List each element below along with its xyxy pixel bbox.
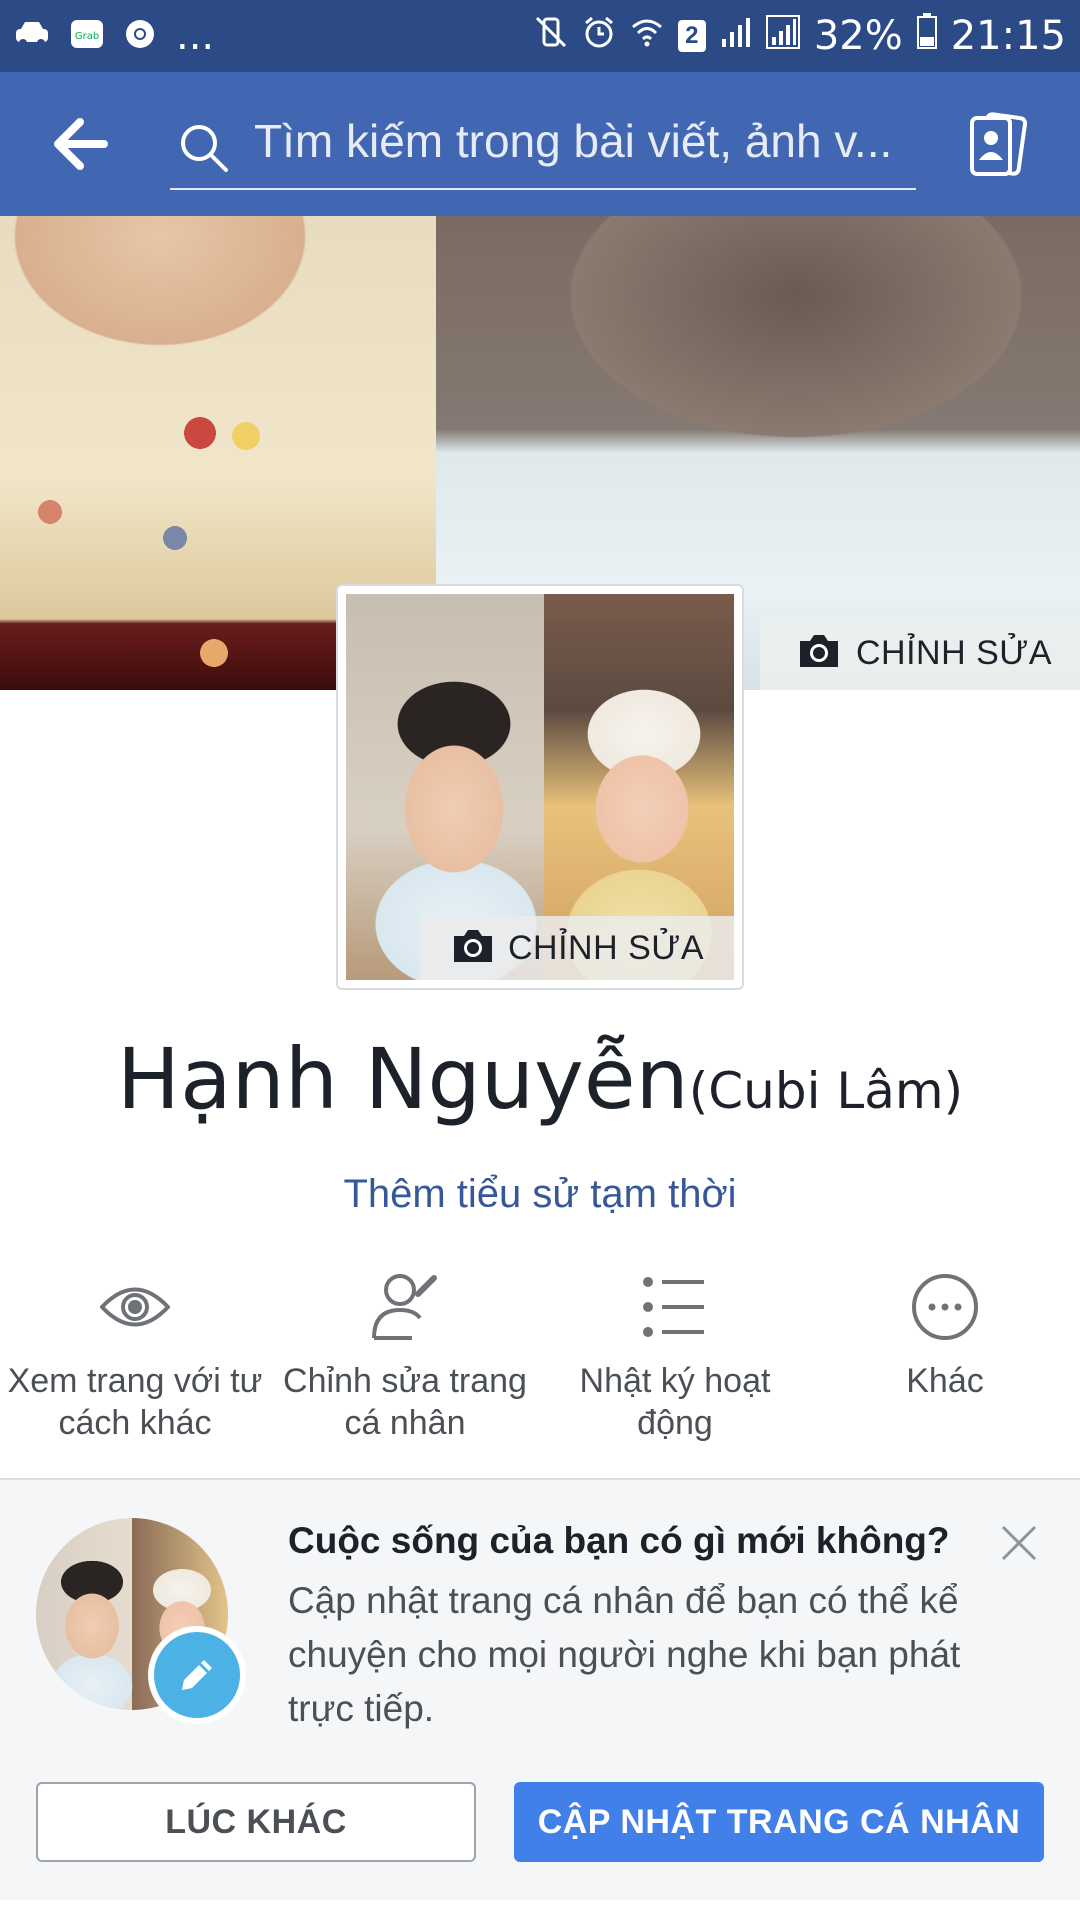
- wifi-icon: [630, 14, 664, 59]
- profile-card-icon: [970, 112, 1028, 176]
- more-button[interactable]: Khác: [810, 1272, 1080, 1462]
- view-as-button[interactable]: Xem trang với tư cách khác: [0, 1272, 270, 1462]
- eye-icon: [99, 1272, 171, 1342]
- activity-log-label: Nhật ký hoạt động: [579, 1362, 771, 1442]
- signal-icon: [765, 14, 800, 59]
- svg-text:Grab: Grab: [75, 31, 99, 42]
- prompt-body: Cập nhật trang cá nhân để bạn có thể kể …: [288, 1580, 961, 1729]
- profile-alternate-name: (Cubi Lâm): [688, 1062, 964, 1120]
- activity-log-button[interactable]: Nhật ký hoạt động: [540, 1272, 810, 1462]
- car-icon: [14, 19, 50, 54]
- update-profile-card: Cuộc sống của bạn có gì mới không? Cập n…: [0, 1480, 1080, 1900]
- chrome-icon: [124, 18, 156, 55]
- mute-vibrate-icon: [534, 14, 568, 59]
- battery-icon: [916, 13, 937, 59]
- edit-profile-button[interactable]: Chỉnh sửa trang cá nhân: [270, 1272, 540, 1462]
- search-input[interactable]: Tìm kiếm trong bài viết, ảnh v...: [170, 102, 916, 190]
- sim-badge: 2: [677, 20, 706, 52]
- camera-icon: [450, 926, 496, 971]
- edit-cover-button[interactable]: CHỈNH SỬA: [760, 616, 1080, 690]
- list-icon: [640, 1272, 710, 1342]
- battery-percent: 32%: [813, 13, 903, 59]
- grab-icon: Grab: [70, 19, 104, 54]
- alarm-icon: [582, 14, 616, 59]
- close-icon: [1001, 1525, 1037, 1561]
- later-button[interactable]: LÚC KHÁC: [36, 1782, 476, 1862]
- profile-name: Hạnh Nguyễn(Cubi Lâm): [0, 1030, 1080, 1128]
- camera-icon: [796, 631, 842, 676]
- edit-profile-icon: [370, 1272, 440, 1342]
- profile-photo[interactable]: CHỈNH SỬA: [336, 584, 744, 990]
- more-label: Khác: [906, 1362, 984, 1400]
- view-as-label: Xem trang với tư cách khác: [7, 1362, 263, 1442]
- search-placeholder: Tìm kiếm trong bài viết, ảnh v...: [254, 115, 893, 167]
- app-bar: Tìm kiếm trong bài viết, ảnh v...: [0, 72, 1080, 216]
- status-bar: Grab ... 2 32% 21:15: [0, 0, 1080, 72]
- add-bio-link[interactable]: Thêm tiểu sử tạm thời: [0, 1172, 1080, 1217]
- edit-profile-label: Chỉnh sửa trang cá nhân: [283, 1362, 527, 1442]
- more-icon: [910, 1272, 980, 1342]
- pencil-icon: [148, 1626, 246, 1724]
- profile-name-main: Hạnh Nguyễn: [116, 1030, 689, 1128]
- profile-actions: Xem trang với tư cách khác Chỉnh sửa tra…: [0, 1272, 1080, 1462]
- update-profile-button[interactable]: CẬP NHẬT TRANG CÁ NHÂN: [514, 1782, 1044, 1862]
- search-icon: [178, 122, 230, 174]
- back-arrow-icon: [54, 118, 108, 170]
- close-button[interactable]: [1000, 1524, 1038, 1562]
- edit-cover-label: CHỈNH SỬA: [856, 633, 1052, 672]
- back-button[interactable]: [50, 116, 110, 172]
- edit-profile-photo-button[interactable]: CHỈNH SỬA: [420, 916, 734, 980]
- prompt-title: Cuộc sống của bạn có gì mới không?: [288, 1520, 950, 1561]
- profile-switch-button[interactable]: [968, 110, 1028, 182]
- notification-overflow: ...: [176, 13, 215, 59]
- edit-profile-photo-label: CHỈNH SỬA: [508, 928, 704, 967]
- signal-icon: [720, 14, 752, 59]
- clock: 21:15: [950, 13, 1066, 59]
